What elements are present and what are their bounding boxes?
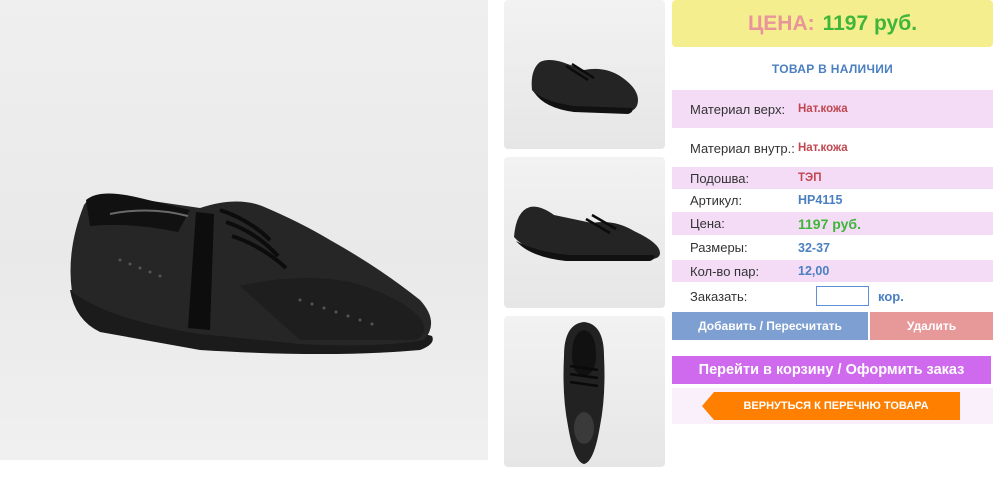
shoe-thumbnail-icon xyxy=(531,60,638,114)
thumbnail-2[interactable] xyxy=(504,157,665,308)
spec-label: Кол-во пар: xyxy=(690,263,760,279)
go-to-cart-button[interactable]: Перейти в корзину / Оформить заказ xyxy=(672,356,991,384)
price-label: ЦЕНА: xyxy=(747,11,815,35)
product-main-image xyxy=(0,0,488,460)
spec-row-pairs: Кол-во пар: 12,00 xyxy=(672,260,993,282)
spec-row-article: Артикул: HP4115 xyxy=(672,189,993,211)
availability-status: ТОВАР В НАЛИЧИИ xyxy=(771,62,894,76)
delete-button[interactable]: Удалить xyxy=(870,312,993,340)
spec-value: 32-37 xyxy=(798,240,830,255)
spec-row-price: Цена: 1197 руб. xyxy=(672,212,993,235)
thumbnail-1[interactable] xyxy=(504,0,665,149)
shoe-thumbnail-icon xyxy=(563,322,605,464)
shoe-side-view-icon xyxy=(70,193,433,354)
price-value: 1197 руб. xyxy=(822,11,918,35)
unit-label: кор. xyxy=(878,289,904,304)
spec-row-material-inner: Материал внутр.: Нат.кожа xyxy=(672,130,993,166)
price-banner: ЦЕНА: 1197 руб. xyxy=(672,0,993,47)
spec-row-sole: Подошва: ТЭП xyxy=(672,167,993,189)
spec-value: 12,00 xyxy=(798,264,830,278)
spec-label: Материал верх: xyxy=(690,101,786,117)
spec-row-sizes: Размеры: 32-37 xyxy=(672,236,993,259)
thumbnail-3[interactable] xyxy=(504,316,665,467)
spec-label: Размеры: xyxy=(690,240,748,255)
spec-value: HP4115 xyxy=(798,193,843,207)
spec-value: Нат.кожа xyxy=(798,103,848,115)
spec-value: 1197 руб. xyxy=(798,215,861,232)
spec-value: ТЭП xyxy=(798,172,822,184)
quantity-input[interactable] xyxy=(816,286,869,306)
spec-value: Нат.кожа xyxy=(798,142,848,154)
spec-label: Артикул: xyxy=(690,192,743,208)
spec-label: Подошва: xyxy=(690,170,750,186)
back-button-container: ВЕРНУТЬСЯ К ПЕРЕЧНЮ ТОВАРА xyxy=(672,388,993,424)
spec-row-material-top: Материал верх: Нат.кожа xyxy=(672,90,993,128)
spec-label: Цена: xyxy=(690,216,725,231)
order-label: Заказать: xyxy=(690,288,748,304)
spec-label: Материал внутр.: xyxy=(690,140,795,156)
back-to-list-button[interactable]: ВЕРНУТЬСЯ К ПЕРЕЧНЮ ТОВАРА xyxy=(702,392,960,420)
shoe-thumbnail-icon xyxy=(514,206,660,261)
add-recalculate-button[interactable]: Добавить / Пересчитать xyxy=(672,312,868,340)
